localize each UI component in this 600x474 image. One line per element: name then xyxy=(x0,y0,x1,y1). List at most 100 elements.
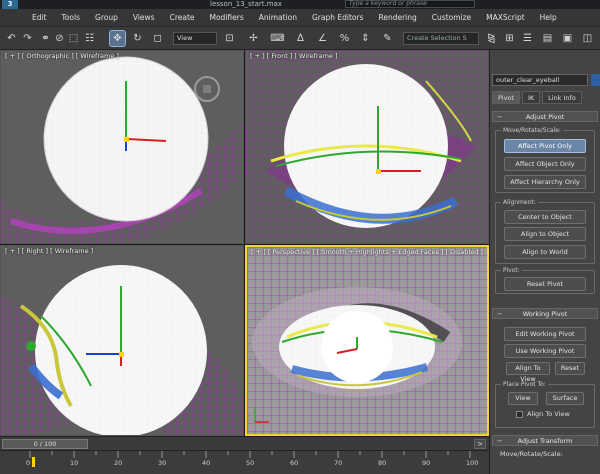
front-scene xyxy=(246,51,488,243)
menu-bar: Edit Tools Group Views Create Modifiers … xyxy=(0,9,600,26)
tab-link-info[interactable]: Link Info xyxy=(542,91,582,104)
spinner-snap-icon[interactable]: ⇕ xyxy=(358,31,373,46)
align-to-view-checkbox[interactable] xyxy=(516,411,523,418)
select-and-manipulate-icon[interactable]: ✢ xyxy=(246,31,261,46)
frame-tick-label: 20 xyxy=(114,459,123,467)
link-icon[interactable]: ⚭ xyxy=(38,31,53,46)
object-color-swatch[interactable] xyxy=(591,74,600,86)
menu-graph-editors[interactable]: Graph Editors xyxy=(312,9,364,26)
affect-object-only-button[interactable]: Affect Object Only xyxy=(504,157,586,171)
material-editor-icon[interactable]: ▣ xyxy=(560,31,575,46)
group-label: Alignment: xyxy=(501,199,538,206)
pivot-center-icon[interactable]: ⊡ xyxy=(222,31,237,46)
main-toolbar: ↶ ↷ ⚭ ⊘ ⬚ ☷ ✥ ↻ ◻ View ⊡ ✢ ⌨ ∆ ∠ % ⇕ ✎ C… xyxy=(0,26,600,50)
reset-pivot-button[interactable]: Reset Pivot xyxy=(504,277,586,291)
viewport-area: [ + ] [ Orthographic ] [ Wireframe ] [+… xyxy=(0,50,489,436)
select-and-move-icon[interactable]: ✥ xyxy=(109,30,126,47)
menu-group[interactable]: Group xyxy=(95,9,118,26)
viewport-front[interactable]: [ + ] [ Front ] [ Wireframe ] xyxy=(245,50,489,244)
command-panel: outer_clear_eyeball Pivot IK Link Info −… xyxy=(489,50,600,474)
frame-tick-label: 30 xyxy=(158,459,167,467)
perspective-scene xyxy=(247,247,487,434)
adjust-pivot-rollout[interactable]: − Adjust Pivot xyxy=(492,111,598,122)
tab-pivot[interactable]: Pivot xyxy=(492,91,520,104)
next-frame-button[interactable]: > xyxy=(474,439,486,449)
menu-tools[interactable]: Tools xyxy=(62,9,80,26)
hierarchy-tabs: Pivot IK Link Info xyxy=(492,91,584,104)
menu-edit[interactable]: Edit xyxy=(32,9,47,26)
rollout-title: Adjust Transform xyxy=(517,437,573,445)
mirror-icon[interactable]: ⧎ xyxy=(484,31,499,46)
reset-working-pivot-button[interactable]: Reset xyxy=(555,362,585,375)
frame-tick-label: 60 xyxy=(290,459,299,467)
group-label: Move/Rotate/Scale: xyxy=(501,127,563,134)
menu-create[interactable]: Create xyxy=(170,9,195,26)
select-by-name-icon[interactable]: ☷ xyxy=(82,31,97,46)
menu-help[interactable]: Help xyxy=(540,9,557,26)
select-and-rotate-icon[interactable]: ↻ xyxy=(130,31,145,46)
keyword-search-input[interactable]: Type a keyword or phrase xyxy=(345,0,475,8)
center-to-object-button[interactable]: Center to Object xyxy=(504,210,586,224)
curve-editor-icon[interactable]: ▤ xyxy=(540,31,555,46)
viewport-right[interactable]: [ + ] [ Right ] [ Wireframe ] xyxy=(0,245,244,436)
window-title: lesson_13_start.max xyxy=(210,0,282,8)
undo-icon[interactable]: ↶ xyxy=(4,31,19,46)
place-pivot-view-button[interactable]: View xyxy=(508,392,538,405)
affect-pivot-only-button[interactable]: Affect Pivot Only xyxy=(504,139,586,153)
rollout-title: Working Pivot xyxy=(522,310,568,318)
collapse-icon: − xyxy=(497,310,503,318)
angle-snap-icon[interactable]: ∠ xyxy=(315,31,330,46)
frame-tick-label: 90 xyxy=(422,459,431,467)
reference-coordinate-dropdown[interactable]: View xyxy=(173,32,217,45)
place-pivot-to-group: Place Pivot To: xyxy=(495,381,595,428)
group-label: Place Pivot To: xyxy=(501,381,548,388)
edit-working-pivot-button[interactable]: Edit Working Pivot xyxy=(504,327,586,341)
working-pivot-rollout[interactable]: − Working Pivot xyxy=(492,308,598,319)
frame-tick-label: 0 xyxy=(26,459,31,467)
frame-tick-label: 100 xyxy=(466,459,479,467)
menu-views[interactable]: Views xyxy=(133,9,155,26)
object-name-field[interactable]: outer_clear_eyeball xyxy=(492,74,588,86)
keyboard-shortcut-icon[interactable]: ⌨ xyxy=(270,31,285,46)
viewport-orthographic[interactable]: [ + ] [ Orthographic ] [ Wireframe ] xyxy=(0,50,244,244)
unlink-icon[interactable]: ⊘ xyxy=(52,31,67,46)
layer-manager-icon[interactable]: ☰ xyxy=(520,31,535,46)
time-slider[interactable]: 0 / 100 > xyxy=(0,436,489,450)
render-icon[interactable]: ◫ xyxy=(580,31,595,46)
viewport-label[interactable]: [ + ] [ Right ] [ Wireframe ] xyxy=(5,247,93,255)
viewport-label[interactable]: [ + ] [ Front ] [ Wireframe ] xyxy=(250,52,338,60)
menu-animation[interactable]: Animation xyxy=(259,9,297,26)
menu-rendering[interactable]: Rendering xyxy=(378,9,416,26)
time-slider-thumb[interactable]: 0 / 100 xyxy=(2,439,88,449)
snaps-toggle-icon[interactable]: ∆ xyxy=(293,31,308,46)
select-and-scale-icon[interactable]: ◻ xyxy=(150,31,165,46)
align-to-world-button[interactable]: Align to World xyxy=(504,245,586,259)
tab-ik[interactable]: IK xyxy=(521,91,541,104)
viewport-label[interactable]: [ + ] [ Perspective ] [ Smooth + Highlig… xyxy=(251,248,483,256)
group-label: Move/Rotate/Scale: xyxy=(500,450,563,458)
select-object-icon[interactable]: ⬚ xyxy=(66,31,81,46)
align-to-view-button[interactable]: Align To View xyxy=(506,362,550,383)
named-selection-icon[interactable]: ✎ xyxy=(380,31,395,46)
keyframe-marker[interactable] xyxy=(32,457,35,467)
adjust-transform-rollout[interactable]: − Adjust Transform xyxy=(492,435,598,446)
viewport-perspective[interactable]: [ + ] [ Perspective ] [ Smooth + Highlig… xyxy=(245,245,489,436)
collapse-icon: − xyxy=(497,113,503,121)
viewport-label[interactable]: [ + ] [ Orthographic ] [ Wireframe ] xyxy=(5,52,119,60)
percent-snap-icon[interactable]: % xyxy=(337,31,352,46)
menu-customize[interactable]: Customize xyxy=(432,9,471,26)
selection-set-dropdown[interactable]: Create Selection S xyxy=(403,32,479,45)
use-working-pivot-button[interactable]: Use Working Pivot xyxy=(504,344,586,358)
align-to-object-button[interactable]: Align to Object xyxy=(504,227,586,241)
track-bar[interactable]: 0 10 20 30 40 50 60 70 80 90 100 xyxy=(0,450,489,474)
orthographic-scene xyxy=(1,56,243,243)
group-label: Pivot: xyxy=(501,267,522,274)
align-icon[interactable]: ⊞ xyxy=(502,31,517,46)
menu-modifiers[interactable]: Modifiers xyxy=(210,9,244,26)
app-logo-icon[interactable]: 3 xyxy=(2,0,18,9)
redo-icon[interactable]: ↷ xyxy=(20,31,35,46)
affect-hierarchy-only-button[interactable]: Affect Hierarchy Only xyxy=(504,175,586,189)
place-pivot-surface-button[interactable]: Surface xyxy=(546,392,584,405)
title-bar: 3 lesson_13_start.max Type a keyword or … xyxy=(0,0,600,9)
menu-maxscript[interactable]: MAXScript xyxy=(486,9,525,26)
